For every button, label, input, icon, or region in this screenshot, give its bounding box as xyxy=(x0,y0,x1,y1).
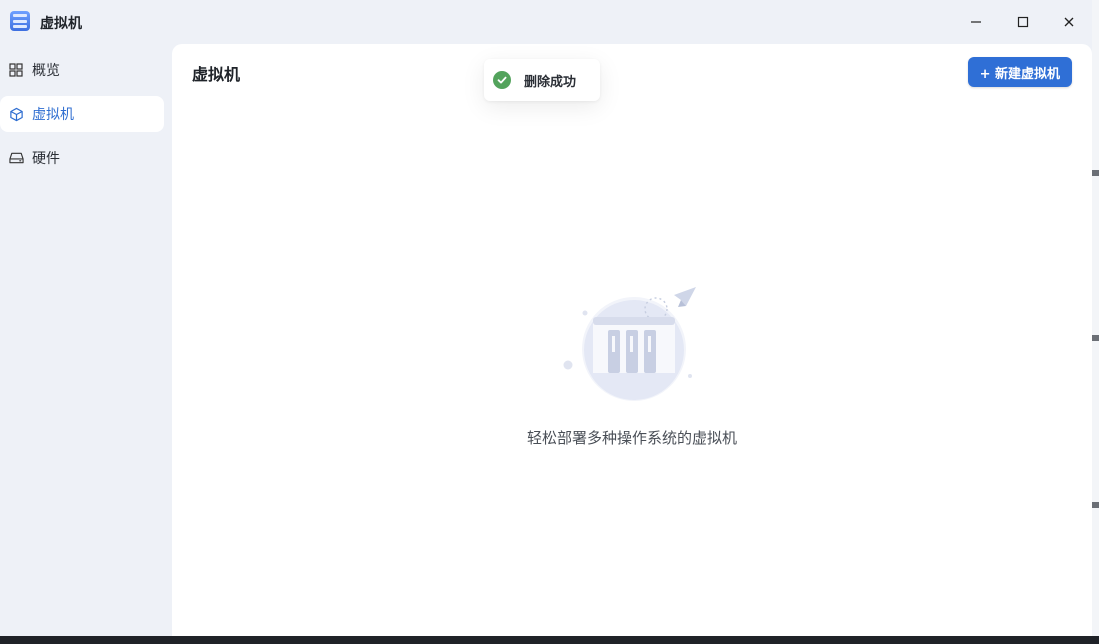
close-icon xyxy=(1064,17,1074,27)
maximize-icon xyxy=(1017,16,1029,28)
sidebar-item-overview[interactable]: 概览 xyxy=(0,52,164,88)
main-panel: 虚拟机 + 新建虚拟机 轻松部署多种操作系统的虚拟机 xyxy=(172,44,1092,640)
sidebar-item-vm[interactable]: 虚拟机 xyxy=(0,96,164,132)
title-bar: 虚拟机 xyxy=(0,0,1092,44)
minimize-button[interactable] xyxy=(960,8,992,36)
maximize-button[interactable] xyxy=(1007,8,1039,36)
drive-icon xyxy=(8,150,24,166)
app-window: 虚拟机 概览 虚拟机 硬件 虚拟机 + 新建虚拟机 轻松部署多种操作系统的虚拟机… xyxy=(0,0,1092,644)
new-vm-button[interactable]: + 新建虚拟机 xyxy=(967,57,1072,87)
minimize-icon xyxy=(971,21,981,23)
success-toast: 删除成功 xyxy=(484,59,600,101)
sidebar-item-label: 硬件 xyxy=(32,151,60,167)
grid-icon xyxy=(8,62,24,78)
sidebar-item-label: 虚拟机 xyxy=(32,107,74,123)
page-title: 虚拟机 xyxy=(192,65,241,84)
sidebar-item-label: 概览 xyxy=(32,63,60,79)
empty-state-text: 轻松部署多种操作系统的虚拟机 xyxy=(526,429,737,447)
cube-icon xyxy=(8,106,24,122)
background-desktop-edge xyxy=(1092,0,1099,644)
toast-message: 删除成功 xyxy=(524,74,577,90)
empty-state-illustration xyxy=(563,287,696,401)
background-taskbar-edge xyxy=(0,636,1099,644)
close-button[interactable] xyxy=(1053,8,1085,36)
check-circle-icon xyxy=(493,71,511,89)
sidebar-item-hardware[interactable]: 硬件 xyxy=(0,140,164,176)
window-title: 虚拟机 xyxy=(40,16,82,32)
app-logo-icon xyxy=(10,11,30,31)
